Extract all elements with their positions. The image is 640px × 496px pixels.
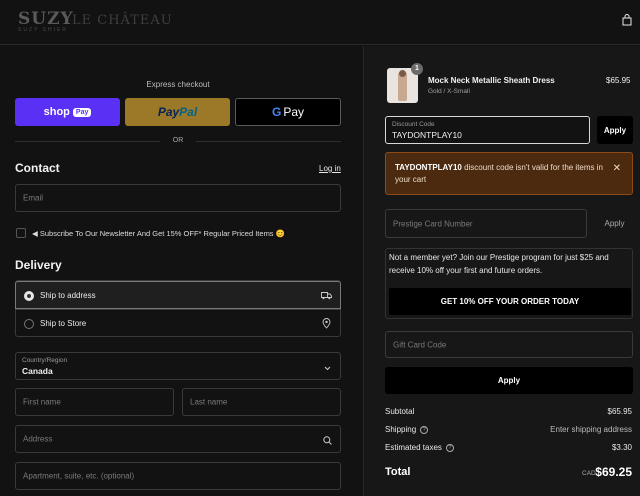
subtotal-label: Subtotal — [385, 407, 415, 416]
location-pin-icon — [322, 318, 331, 329]
last-name-field[interactable]: Last name — [182, 388, 341, 416]
ship-to-store-label: Ship to Store — [40, 319, 87, 328]
or-divider: OR — [15, 136, 341, 146]
express-checkout-title: Express checkout — [146, 80, 210, 89]
discount-code-value: TAYDONTPLAY10 — [392, 130, 462, 140]
login-link[interactable]: Log in — [319, 164, 341, 173]
product-name: Mock Neck Metallic Sheath Dress — [428, 76, 555, 85]
error-code: TAYDONTPLAY10 — [395, 163, 462, 172]
email-placeholder: Email — [23, 193, 44, 203]
logo-le-chateau[interactable]: LE CHÂTEAU — [72, 13, 173, 28]
product-price: $65.95 — [606, 76, 631, 85]
product-variant: Gold / X-Small — [428, 88, 470, 95]
paypal-label-a: Pay — [157, 105, 180, 119]
apartment-field[interactable]: Apartment, suite, etc. (optional) — [15, 462, 341, 490]
shipping-info-icon[interactable]: ? — [420, 425, 429, 434]
header: SUZY SUZY SHIER LE CHÂTEAU — [0, 0, 640, 45]
prestige-promo-text: Not a member yet? Join our Prestige prog… — [389, 253, 609, 275]
discount-error-text: TAYDONTPLAY10 discount code isn't valid … — [395, 162, 605, 186]
gift-card-field[interactable]: Gift Card Code — [385, 331, 633, 358]
ship-to-address-label: Ship to address — [40, 291, 96, 300]
prestige-apply-button[interactable]: Apply — [596, 209, 633, 238]
prestige-cta-button[interactable]: GET 10% OFF YOUR ORDER TODAY — [389, 288, 631, 315]
close-icon[interactable]: ✕ — [613, 163, 621, 174]
or-text: OR — [172, 137, 184, 144]
discount-code-field[interactable]: Discount Code TAYDONTPLAY10 — [385, 116, 590, 144]
logo-suzy-sub: SUZY SHIER — [18, 27, 68, 33]
gift-card-placeholder: Gift Card Code — [393, 340, 447, 349]
paypal-button[interactable]: Pay Pal — [125, 98, 230, 126]
apartment-placeholder: Apartment, suite, etc. (optional) — [23, 471, 135, 481]
taxes-info-icon[interactable]: ? — [445, 443, 454, 452]
google-g-icon: G — [271, 105, 282, 119]
shipping-value: Enter shipping address — [550, 425, 632, 434]
taxes-value: $3.30 — [611, 443, 632, 452]
first-name-field[interactable]: First name — [15, 388, 174, 416]
search-icon — [323, 436, 332, 445]
country-value: Canada — [22, 366, 53, 376]
chevron-down-icon — [324, 366, 331, 371]
product-figure-head — [399, 70, 406, 77]
contact-heading: Contact — [15, 161, 60, 175]
address-field[interactable]: Address — [15, 425, 341, 453]
discount-apply-button[interactable]: Apply — [597, 116, 633, 144]
taxes-label: Estimated taxes — [385, 443, 442, 452]
quantity-badge: 1 — [411, 63, 423, 75]
ship-to-store-radio[interactable] — [24, 319, 34, 329]
shipping-label: Shipping — [385, 425, 417, 434]
total-label: Total — [385, 466, 411, 478]
shop-pay-label: shop — [43, 106, 70, 118]
first-name-placeholder: First name — [23, 397, 61, 407]
taxes-row-label: Estimated taxes? — [385, 443, 454, 452]
email-field[interactable]: Email — [15, 184, 341, 212]
logo-suzy[interactable]: SUZY — [18, 9, 74, 29]
total-currency: CAD — [582, 470, 596, 477]
total-value: $69.25 — [595, 465, 632, 479]
country-select[interactable]: Country/Region Canada — [15, 352, 341, 380]
country-label: Country/Region — [22, 357, 68, 364]
google-pay-label: Pay — [283, 105, 305, 119]
subtotal-value: $65.95 — [607, 407, 632, 416]
ship-to-store-option[interactable]: Ship to Store — [16, 309, 340, 336]
delivery-heading: Delivery — [15, 258, 62, 272]
discount-code-label: Discount Code — [392, 121, 435, 128]
gift-card-apply-button[interactable]: Apply — [385, 367, 633, 394]
google-pay-button[interactable]: G Pay — [235, 98, 341, 126]
address-placeholder: Address — [23, 434, 53, 444]
prestige-card-placeholder: Prestige Card Number — [393, 219, 473, 228]
ship-to-address-radio[interactable] — [24, 291, 34, 301]
truck-icon — [321, 292, 332, 300]
shipping-row-label: Shipping? — [385, 425, 429, 434]
paypal-label-b: Pal — [179, 105, 198, 119]
discount-error-banner: TAYDONTPLAY10 discount code isn't valid … — [385, 152, 633, 195]
ship-to-address-option[interactable]: Ship to address — [15, 281, 341, 309]
newsletter-checkbox[interactable] — [16, 228, 26, 238]
prestige-card-field[interactable]: Prestige Card Number — [385, 209, 587, 238]
shop-pay-button[interactable]: shop Pay — [15, 98, 120, 126]
shipping-method-group: Ship to address Ship to Store — [15, 280, 341, 337]
prestige-promo-box: Not a member yet? Join our Prestige prog… — [385, 248, 633, 319]
last-name-placeholder: Last name — [190, 397, 228, 407]
shopping-bag-icon[interactable] — [622, 14, 632, 26]
shop-pay-pill: Pay — [72, 107, 92, 117]
newsletter-label: ◀ Subscribe To Our Newsletter And Get 15… — [32, 229, 285, 238]
